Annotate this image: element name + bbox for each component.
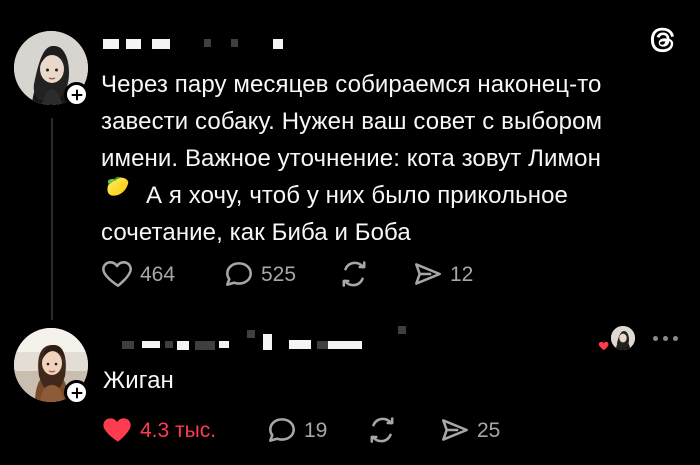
send-icon xyxy=(411,257,445,291)
reply-comment-button[interactable]: 19 xyxy=(265,413,327,447)
follow-reply-author-plus-icon[interactable] xyxy=(64,380,89,405)
reply-like-button[interactable]: 4.3 тыс. xyxy=(101,413,216,447)
username-mask-block xyxy=(247,330,255,338)
author-username-obscured xyxy=(103,39,293,55)
post-text-line: Через пару месяцев собираемся наконец-то xyxy=(101,71,602,98)
reply-send-button[interactable]: 25 xyxy=(438,413,500,447)
reply-repost-button[interactable] xyxy=(365,413,399,447)
reply-comment-count: 19 xyxy=(304,418,328,442)
username-mask-block xyxy=(195,341,215,350)
username-mask-block xyxy=(142,341,160,348)
post-text-line: сочетание, как Биба и Боба xyxy=(101,219,411,246)
repost-icon xyxy=(365,413,399,447)
post-text-line: завести собаку. Нужен ваш совет с выборо… xyxy=(101,108,603,135)
post-text: Через пару месяцев собираемся наконец-то… xyxy=(101,66,602,251)
comment-icon xyxy=(265,413,299,447)
comment-icon xyxy=(222,257,256,291)
more-dot xyxy=(673,336,678,341)
username-mask-block xyxy=(263,334,272,350)
username-mask-block xyxy=(103,39,119,49)
username-mask-block xyxy=(273,39,283,49)
post-text-line: А я хочу, чтоб у них было прикольное xyxy=(146,182,568,209)
post-send-button[interactable]: 12 xyxy=(411,257,473,291)
username-mask-block xyxy=(289,340,311,349)
more-dot xyxy=(663,336,668,341)
post-like-count: 464 xyxy=(140,262,176,286)
more-dot xyxy=(653,336,658,341)
reply-share-count: 25 xyxy=(477,418,501,442)
username-mask-block xyxy=(122,341,134,349)
heart-icon xyxy=(101,413,135,447)
repost-icon xyxy=(337,257,371,291)
username-mask-block xyxy=(177,341,189,350)
threads-logo-icon[interactable] xyxy=(647,25,677,55)
post-comment-button[interactable]: 525 xyxy=(222,257,296,291)
post-comment-count: 525 xyxy=(261,262,297,286)
username-mask-block xyxy=(398,326,406,334)
thread-line xyxy=(51,118,53,320)
username-mask-block xyxy=(152,39,170,49)
send-icon xyxy=(438,413,472,447)
post-repost-button[interactable] xyxy=(337,257,371,291)
post-like-button[interactable]: 464 xyxy=(101,257,175,291)
reply-text-line: Жиган xyxy=(103,367,174,394)
small-heart-icon xyxy=(598,339,610,351)
reply-text: Жиган xyxy=(103,362,174,399)
username-mask-block xyxy=(231,39,238,47)
username-mask-block xyxy=(165,341,173,348)
heart-icon xyxy=(101,257,135,291)
lemon-emoji-icon xyxy=(102,173,131,202)
post-text-line: имени. Важное уточнение: кота зовут Лимо… xyxy=(101,145,601,172)
username-mask-block xyxy=(126,39,141,49)
post-share-count: 12 xyxy=(450,262,474,286)
liked-by-avatar[interactable] xyxy=(611,326,635,350)
username-mask-block xyxy=(204,39,211,47)
username-mask-block xyxy=(328,341,362,349)
username-mask-block xyxy=(219,341,229,348)
reply-like-count: 4.3 тыс. xyxy=(140,418,217,442)
threads-screen: Через пару месяцев собираемся наконец-то… xyxy=(0,0,700,465)
reply-username-obscured xyxy=(122,326,406,350)
follow-author-plus-icon[interactable] xyxy=(64,82,89,107)
more-icon[interactable] xyxy=(653,336,678,341)
